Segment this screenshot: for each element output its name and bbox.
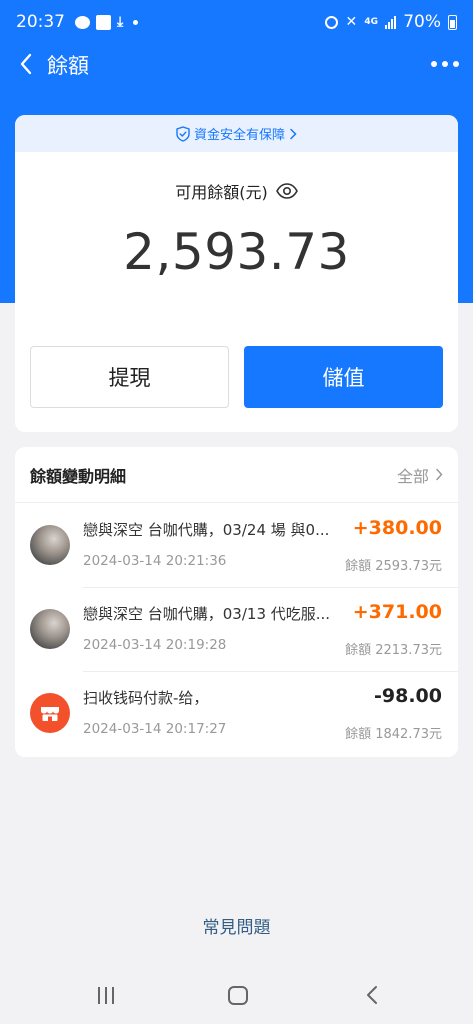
back-arrow-icon (367, 986, 377, 1004)
recent-apps-icon (112, 986, 114, 1004)
transaction-time: 2024-03-14 20:17:27 (83, 721, 227, 737)
faq-link[interactable]: 常見問題 (0, 913, 473, 938)
balance-amount: 2,593.73 (123, 223, 350, 281)
eye-icon[interactable] (275, 183, 298, 199)
page-title: 餘額 (47, 54, 89, 78)
more-options-button[interactable] (431, 52, 459, 76)
transaction-balance: 餘額 2213.73元 (345, 643, 442, 658)
chevron-right-icon (436, 468, 443, 481)
transaction-description: 戀與深空 台咖代購，03/24 場 與0... (83, 521, 330, 539)
store-icon (30, 693, 70, 733)
transactions-card: 餘額變動明細 全部 戀與深空 台咖代購，03/24 場 與0... 2024-0… (15, 447, 458, 757)
notification-dot-icon (133, 19, 139, 25)
transaction-balance: 餘額 2593.73元 (345, 559, 442, 574)
mute-icon: ✕ (345, 14, 358, 30)
network-type: 4G (364, 16, 379, 27)
transaction-balance: 餘額 1842.73元 (345, 727, 442, 742)
avatar (30, 525, 70, 565)
download-icon: ⤓ (117, 14, 124, 30)
transaction-amount: -98.00 (374, 685, 442, 707)
topup-button[interactable]: 儲值 (244, 346, 443, 408)
chevron-right-icon (290, 128, 297, 139)
balance-label-row: 可用餘額(元) (15, 179, 458, 203)
security-banner[interactable]: 資金安全有保障 (15, 115, 458, 152)
transaction-amount: +380.00 (352, 517, 442, 539)
transaction-description: 戀與深空 台咖代購，03/13 代吃服... (83, 605, 331, 623)
alarm-icon (325, 15, 339, 29)
transactions-title: 餘額變動明細 (30, 466, 127, 486)
battery-percent: 70% (403, 12, 441, 32)
gallery-icon (96, 14, 111, 30)
balance-card: 資金安全有保障 可用餘額(元) 2,593.73 提現 儲值 (15, 115, 458, 432)
transaction-row[interactable]: 戀與深空 台咖代購，03/24 場 與0... 2024-03-14 20:21… (15, 503, 458, 587)
view-all-label: 全部 (396, 466, 429, 486)
recent-apps-button[interactable] (94, 983, 118, 1007)
transaction-row[interactable]: 扫收钱码付款-给， 2024-03-14 20:17:27 -98.00 餘額 … (15, 671, 458, 755)
transaction-amount: +371.00 (352, 601, 442, 623)
back-button[interactable] (10, 48, 42, 80)
transaction-description: 扫收钱码付款-给， (83, 689, 209, 707)
nav-bar: 餘額 (0, 44, 473, 84)
balance-label: 可用餘額(元) (175, 183, 268, 202)
recent-apps-icon (98, 986, 100, 1004)
security-text: 資金安全有保障 (193, 128, 285, 143)
line-app-icon (75, 15, 90, 29)
status-bar: 20:37 ⤓ ✕ 4G 70% (0, 0, 473, 44)
transaction-row[interactable]: 戀與深空 台咖代購，03/13 代吃服... 2024-03-14 20:19:… (15, 587, 458, 671)
system-back-button[interactable] (360, 983, 384, 1007)
withdraw-button[interactable]: 提現 (30, 346, 229, 408)
transaction-time: 2024-03-14 20:21:36 (83, 553, 227, 569)
chevron-left-icon (20, 53, 32, 75)
home-button[interactable] (226, 983, 250, 1007)
more-dot-icon (431, 61, 437, 67)
system-nav-bar (0, 965, 473, 1024)
transactions-header: 餘額變動明細 全部 (15, 447, 458, 503)
avatar (30, 609, 70, 649)
status-time: 20:37 (16, 12, 65, 32)
battery-icon (448, 14, 457, 30)
more-dot-icon (442, 61, 448, 67)
more-dot-icon (453, 61, 459, 67)
shield-icon (176, 125, 190, 142)
transaction-time: 2024-03-14 20:19:28 (83, 637, 227, 653)
view-all-button[interactable]: 全部 (397, 463, 443, 487)
home-icon (228, 985, 248, 1005)
signal-icon (385, 15, 397, 29)
recent-apps-icon (105, 986, 107, 1004)
